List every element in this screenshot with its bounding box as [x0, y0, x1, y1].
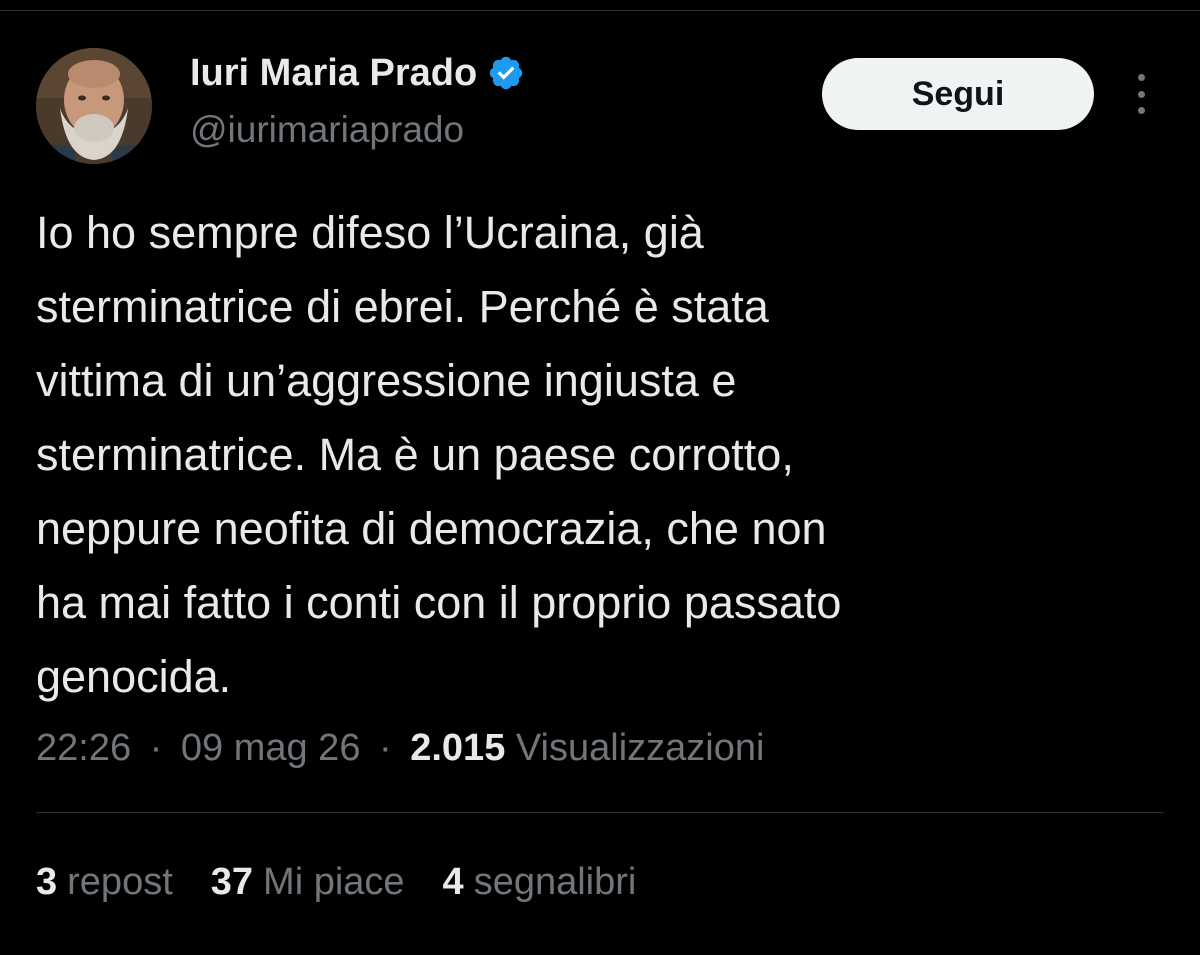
reposts-count: 3	[36, 861, 58, 903]
follow-button[interactable]: Segui	[822, 58, 1094, 130]
more-dot	[1137, 90, 1145, 98]
bookmarks-label: segnalibri	[473, 861, 637, 903]
meta-separator: ·	[149, 727, 163, 769]
more-dot	[1137, 107, 1145, 114]
author-handle[interactable]: @iurimariaprado	[190, 108, 464, 152]
author-name-row: Iuri Maria Prado	[190, 50, 525, 96]
meta-separator: ·	[379, 727, 392, 769]
likes-stat[interactable]: 37 Mi piace	[211, 858, 405, 906]
tweet-date[interactable]: 09 mag 26	[181, 727, 361, 769]
more-dot	[1137, 74, 1145, 81]
top-divider	[0, 10, 1200, 11]
engagement-stats: 3 repost 37 Mi piace 4 segnalibri	[36, 858, 674, 906]
tweet-text: Io ho sempre difeso l’Ucraina, già sterm…	[36, 207, 842, 702]
author-display-name[interactable]: Iuri Maria Prado	[190, 50, 477, 96]
views-count: 2.015	[410, 727, 506, 769]
more-dots-vertical-icon[interactable]	[1128, 74, 1154, 114]
likes-count: 37	[210, 861, 254, 903]
views-label: Visualizzazioni	[515, 727, 765, 769]
avatar-photo	[36, 48, 152, 164]
tweet-time[interactable]: 22:26	[36, 727, 131, 769]
reposts-label: repost	[67, 861, 173, 903]
reposts-stat[interactable]: 3 repost	[36, 858, 173, 906]
likes-label: Mi piace	[263, 861, 405, 903]
verified-badge-icon[interactable]	[487, 54, 525, 92]
bookmarks-count: 4	[442, 861, 464, 903]
stats-divider	[36, 812, 1164, 813]
tweet-meta: 22:26 · 09 mag 26 · 2.015 Visualizzazion…	[36, 724, 764, 772]
avatar[interactable]	[36, 48, 152, 164]
bookmarks-stat[interactable]: 4 segnalibri	[443, 858, 637, 906]
